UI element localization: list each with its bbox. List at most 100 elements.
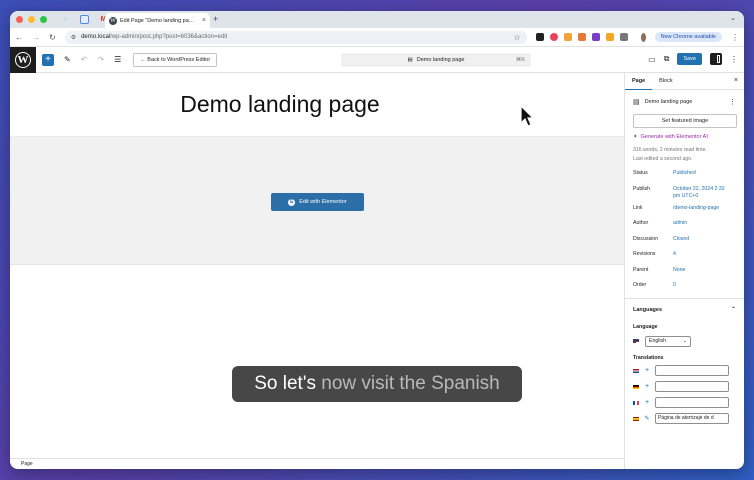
language-row: English ⌄ [633,335,736,347]
extension-icon[interactable] [577,33,586,41]
chevron-up-icon[interactable]: ⌃ [731,306,736,313]
document-title-bar[interactable]: ▤ Demo landing page ⌘K [341,53,531,67]
prop-author: Author admin [633,220,688,226]
list-view-icon[interactable]: ☰ [114,55,121,64]
url-input[interactable]: ⚙ demo.local/wp-admin/post.php?post=6036… [64,30,527,44]
close-icon[interactable]: × [734,77,738,84]
sparkle-icon: ✦ [633,134,638,140]
mouse-cursor-icon [520,105,534,127]
page-properties: Status Published Publish October 22, 2024 … [633,170,736,298]
language-select[interactable]: English ⌄ [645,335,691,347]
page-title[interactable]: Demo landing page [180,91,379,118]
tab-block[interactable]: Block [652,73,679,90]
last-edited: Last edited a second ago. [633,156,693,162]
languages-panel-title[interactable]: Languages [633,307,736,313]
back-to-wordpress-editor-button[interactable]: ← Back to WordPress Editor [133,52,218,67]
generate-with-elementor-ai-link[interactable]: ✦ Generate with Elementor AI [633,134,736,140]
chevron-down-icon[interactable]: ⌄ [730,14,736,22]
add-translation-icon[interactable]: + [644,399,650,406]
forward-arrow-icon[interactable]: → [32,33,40,42]
add-block-button[interactable]: + [42,53,54,66]
editor-toolbar: W + ✎ ↶ ↷ ☰ ← Back to WordPress Editor ▤… [10,46,744,73]
edit-with-elementor-label: Edit with Elementor [299,199,347,205]
back-arrow-icon[interactable]: ← [15,33,23,42]
more-vertical-icon[interactable]: ⋮ [731,33,739,42]
maximize-window-button[interactable] [40,16,47,23]
extension-icon[interactable] [605,33,614,41]
video-caption: So let's now visit the Spanish [232,366,522,402]
puzzle-icon[interactable] [619,33,628,41]
elementor-icon: E [288,198,296,206]
translation-input[interactable] [655,397,729,408]
pinned-tabs: ◌ M [61,15,108,24]
set-featured-image-button[interactable]: Set featured image [633,114,737,128]
page-meta: 316 words, 2 minutes read time. Last edi… [633,146,736,164]
tab-active[interactable]: W Edit Page “Demo landing pa… × [105,13,210,28]
toolbar-actions: ▭ ⧉ Save ⋮ [648,53,738,65]
pinned-tab-icon[interactable] [80,15,89,24]
prop-revisions: Revisions 4 [633,251,676,257]
extension-icon[interactable] [549,33,558,41]
new-tab-button[interactable]: + [213,14,218,24]
us-flag-icon [633,339,639,343]
more-vertical-icon[interactable]: ⋮ [730,55,738,64]
minimize-window-button[interactable] [28,16,35,23]
edit-with-elementor-button[interactable]: E Edit with Elementor [271,193,364,211]
add-translation-icon[interactable]: + [644,383,650,390]
redo-icon[interactable]: ↷ [97,55,104,64]
breadcrumb[interactable]: Page [10,458,624,469]
page-name: Demo landing page [644,99,693,105]
tab-title: Edit Page “Demo landing pa… [120,17,195,24]
save-button[interactable]: Save [677,53,702,65]
translation-input[interactable] [655,365,729,376]
device-preview-icon[interactable]: ▭ [648,55,656,64]
tab-page[interactable]: Page [625,73,653,90]
pencil-icon[interactable]: ✎ [64,55,71,64]
prop-link: Link/demo-landing-page [633,204,720,211]
translation-row: ✎ Página de aterrizaje de d [633,413,736,425]
chrome-update-button[interactable]: New Chrome available [654,32,722,42]
close-icon[interactable]: × [202,17,206,24]
netherlands-flag-icon [633,368,639,373]
star-icon[interactable]: ☆ [514,33,521,42]
close-window-button[interactable] [16,16,23,23]
site-info-icon[interactable]: ⚙ [71,34,76,41]
page-icon: ▤ [407,57,413,63]
page-summary: ▤ Demo landing page ⋮ [633,98,736,106]
word-count: 316 words, 2 minutes read time. [633,147,707,153]
settings-sidebar: Page Block × ▤ Demo landing page ⋮ Set f… [624,73,744,469]
spain-flag-icon [633,416,639,421]
url-host: demo.local [81,34,111,40]
translation-row: + [633,365,736,377]
extension-icon[interactable] [535,33,544,41]
extension-icon[interactable] [563,33,572,41]
translation-row: + [633,397,736,409]
more-vertical-icon[interactable]: ⋮ [729,98,736,106]
translation-input-spanish[interactable]: Página de aterrizaje de d [655,413,729,424]
wordpress-logo-button[interactable]: W [10,46,36,73]
sidebar-tabs: Page Block × [625,73,744,90]
page-icon: ▤ [633,99,640,106]
undo-icon[interactable]: ↶ [81,55,88,64]
reload-icon[interactable]: ↻ [49,33,56,42]
avatar[interactable] [640,32,646,42]
caption-text: So let's [254,373,316,394]
prop-order: Order 0 [633,282,676,288]
extension-icon[interactable] [591,33,600,41]
translation-input[interactable] [655,381,729,392]
prop-parent: Parent None [633,266,686,273]
window-controls [16,16,47,23]
prop-discussion: Discussion Closed [633,235,690,242]
prop-publish: Publish October 22, 2024 2:32 pm UTC+0 [633,185,725,199]
pinned-tab-icon[interactable]: ◌ [61,15,70,24]
prop-status: Status Published [633,170,696,176]
wordpress-icon: W [15,51,31,68]
document-title: Demo landing page [416,57,465,63]
translations-label: Translations [633,354,664,361]
add-translation-icon[interactable]: + [644,367,650,374]
pencil-icon[interactable]: ✎ [644,415,650,422]
germany-flag-icon [633,384,639,389]
settings-sidebar-toggle[interactable] [710,53,722,65]
translation-row: + [633,381,736,393]
external-link-icon[interactable]: ⧉ [664,54,670,64]
